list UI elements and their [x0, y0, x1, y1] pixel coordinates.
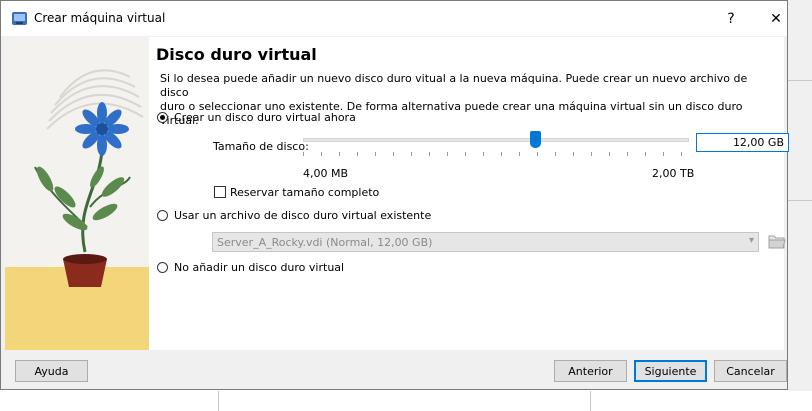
slider-tick: [645, 152, 646, 156]
create-vm-dialog: Crear máquina virtual ? ✕ Disco duro vir…: [0, 0, 789, 390]
background-window-bottom: [0, 391, 812, 411]
window-title: Crear máquina virtual: [34, 11, 166, 25]
disk-size-slider-track[interactable]: [303, 138, 689, 142]
background-divider: [590, 391, 591, 411]
help-title-button[interactable]: ?: [716, 7, 746, 31]
create-disk-radio[interactable]: [157, 112, 168, 123]
description-line: Si lo desea puede añadir un nuevo disco …: [160, 72, 748, 99]
existing-disk-combo[interactable]: Server_A_Rocky.vdi (Normal, 12,00 GB) ▾: [212, 232, 759, 252]
no-disk-label[interactable]: No añadir un disco duro virtual: [174, 261, 344, 274]
background-divider: [218, 391, 219, 411]
slider-tick: [681, 152, 682, 156]
page-heading: Disco duro virtual: [156, 45, 317, 64]
chevron-down-icon: ▾: [748, 235, 754, 246]
close-icon[interactable]: ✕: [761, 7, 791, 31]
slider-tick: [357, 152, 358, 156]
next-button[interactable]: Siguiente: [634, 360, 707, 382]
slider-tick: [447, 152, 448, 156]
slider-tick: [627, 152, 628, 156]
slider-tick: [339, 152, 340, 156]
virtualbox-icon: [12, 12, 27, 25]
slider-tick: [411, 152, 412, 156]
slider-tick: [663, 152, 664, 156]
create-disk-label[interactable]: Crear un disco duro virtual ahora: [174, 111, 356, 124]
use-existing-label[interactable]: Usar un archivo de disco duro virtual ex…: [174, 209, 431, 222]
no-disk-radio[interactable]: [157, 262, 168, 273]
slider-tick: [591, 152, 592, 156]
slider-tick: [465, 152, 466, 156]
background-divider: [788, 200, 812, 201]
slider-tick: [429, 152, 430, 156]
slider-tick: [609, 152, 610, 156]
slider-tick: [501, 152, 502, 156]
title-bar[interactable]: Crear máquina virtual ? ✕: [1, 1, 787, 36]
back-button[interactable]: Anterior: [554, 360, 627, 382]
disk-size-input[interactable]: [696, 133, 789, 152]
existing-disk-value: Server_A_Rocky.vdi (Normal, 12,00 GB): [217, 236, 433, 249]
use-existing-radio[interactable]: [157, 210, 168, 221]
slider-tick: [321, 152, 322, 156]
slider-tick: [519, 152, 520, 156]
flower-illustration: [5, 37, 149, 350]
disk-size-label: Tamaño de disco:: [213, 140, 309, 153]
slider-tick: [555, 152, 556, 156]
help-button[interactable]: Ayuda: [15, 360, 88, 382]
slider-tick: [375, 152, 376, 156]
wizard-content: Disco duro virtual Si lo desea puede aña…: [5, 37, 784, 350]
slider-tick: [573, 152, 574, 156]
background-divider: [788, 80, 812, 81]
preallocate-checkbox[interactable]: [214, 186, 226, 198]
slider-tick: [393, 152, 394, 156]
slider-tick: [483, 152, 484, 156]
background-window: [788, 0, 812, 411]
preallocate-label[interactable]: Reservar tamaño completo: [230, 186, 379, 199]
disk-size-slider-handle[interactable]: [530, 131, 541, 148]
cancel-button[interactable]: Cancelar: [714, 360, 787, 382]
slider-min-label: 4,00 MB: [303, 167, 349, 180]
slider-tick: [537, 152, 538, 156]
slider-max-label: 2,00 TB: [652, 167, 695, 180]
slider-tick: [303, 152, 304, 156]
folder-open-icon[interactable]: [768, 231, 786, 251]
